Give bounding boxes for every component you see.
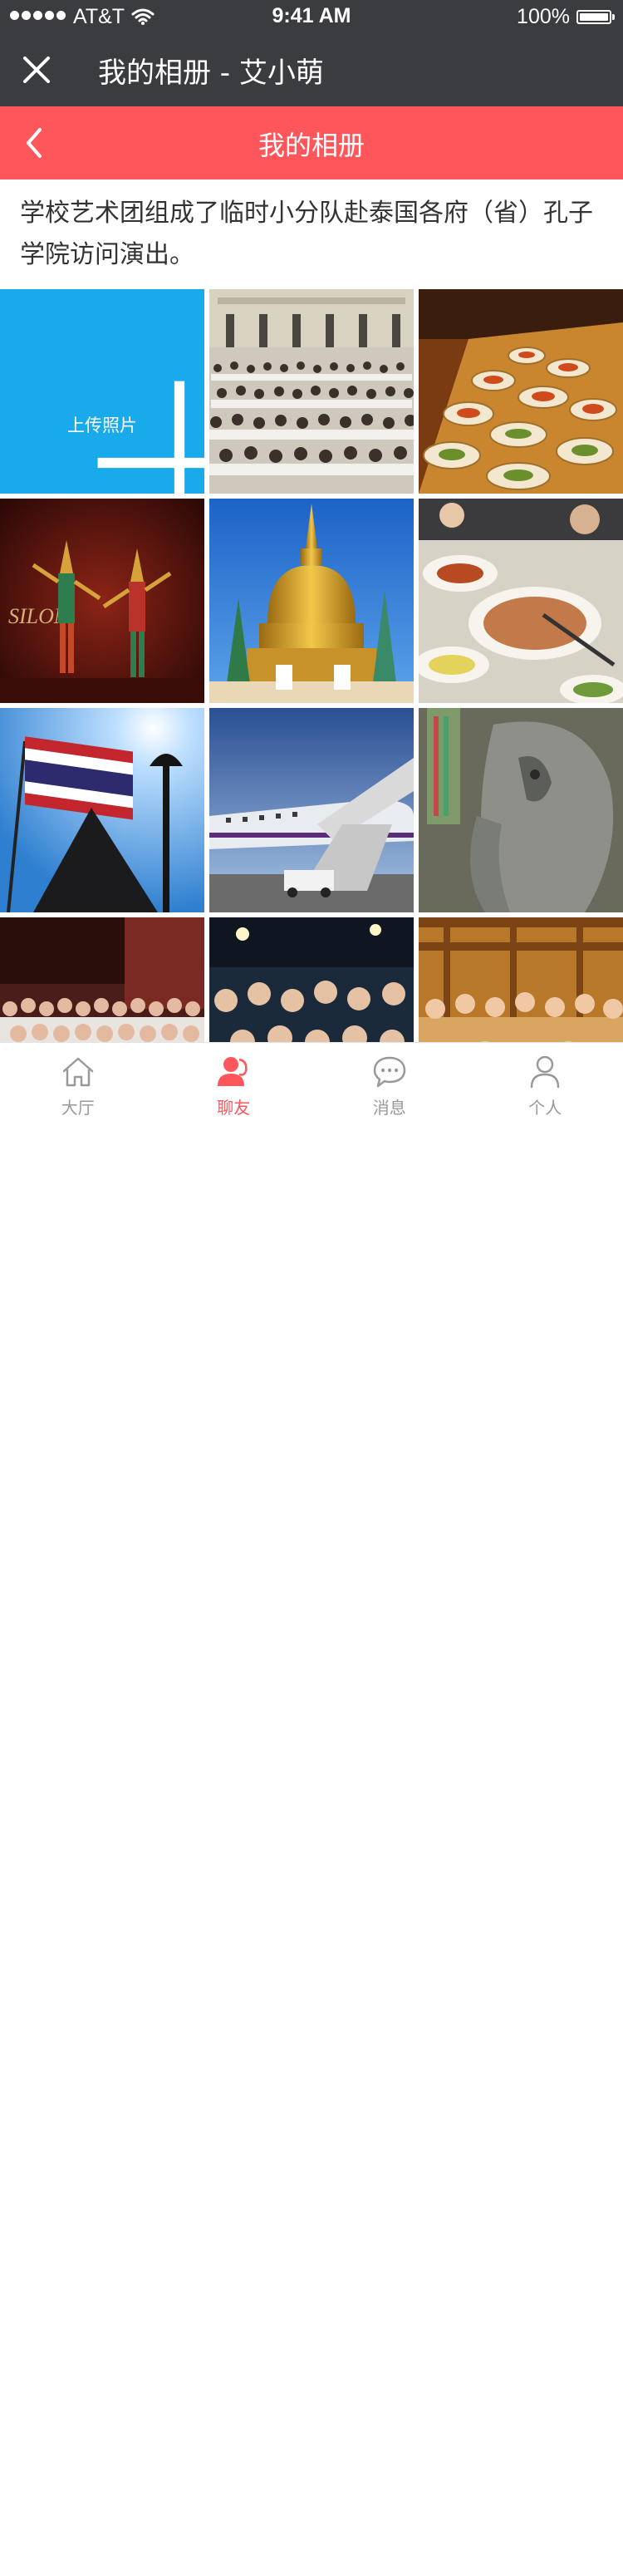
photo-thai-dance-performers: SILOM — [0, 499, 204, 703]
photo-auditorium-crowd — [209, 289, 414, 494]
battery-icon — [576, 10, 615, 24]
photo-soup-dishes — [419, 499, 623, 703]
person-icon — [531, 1055, 560, 1089]
nav-bar: 我的相册 — [0, 106, 623, 179]
webview-header: 我的相册 - 艾小萌 — [0, 33, 623, 106]
photo-grid: 上传照片 SILOM — [0, 289, 623, 1122]
tab-profile[interactable]: 个人 — [468, 1043, 623, 1124]
tab-label: 个人 — [528, 1098, 562, 1118]
tab-hall[interactable]: 大厅 — [0, 1043, 156, 1124]
tab-friends[interactable]: 聊友 — [156, 1043, 312, 1124]
battery-percentage: 100% — [517, 5, 570, 28]
close-button[interactable] — [12, 45, 61, 95]
photo-thumbnail[interactable] — [209, 708, 414, 912]
photo-elephant-statue — [419, 708, 623, 912]
photo-thumbnail[interactable] — [209, 289, 414, 494]
photo-thai-flag — [0, 708, 204, 912]
house-icon — [62, 1057, 93, 1087]
photo-golden-stupa — [209, 499, 414, 703]
friends-icon — [218, 1057, 248, 1086]
status-bar: AT&T 9:41 AM 100% — [0, 0, 623, 33]
close-icon — [23, 57, 50, 83]
photo-thumbnail[interactable] — [419, 499, 623, 703]
photo-banquet-table — [419, 289, 623, 494]
tab-label: 大厅 — [61, 1098, 95, 1118]
chat-bubble-icon — [373, 1056, 405, 1088]
photo-thumbnail[interactable] — [209, 499, 414, 703]
tab-label: 聊友 — [217, 1098, 251, 1118]
photo-thumbnail[interactable]: SILOM — [0, 499, 204, 703]
tab-label: 消息 — [372, 1098, 406, 1118]
upload-photo-label: 上传照片 — [67, 415, 137, 435]
photo-thumbnail[interactable] — [419, 708, 623, 912]
page-title: 我的相册 — [258, 130, 365, 161]
tab-messages[interactable]: 消息 — [312, 1043, 468, 1124]
upload-photo-button[interactable]: 上传照片 — [0, 289, 204, 494]
bottom-tab-bar: 大厅 聊友 消息 个人 — [0, 1042, 623, 1124]
photo-thumbnail[interactable] — [419, 289, 623, 494]
photo-airplane-boarding — [209, 708, 414, 912]
webview-title: 我的相册 - 艾小萌 — [98, 57, 324, 90]
photo-thumbnail[interactable] — [0, 708, 204, 912]
album-description: 学校艺术团组成了临时小分队赴泰国各府（省）孔子学院访问演出。 — [20, 199, 593, 269]
